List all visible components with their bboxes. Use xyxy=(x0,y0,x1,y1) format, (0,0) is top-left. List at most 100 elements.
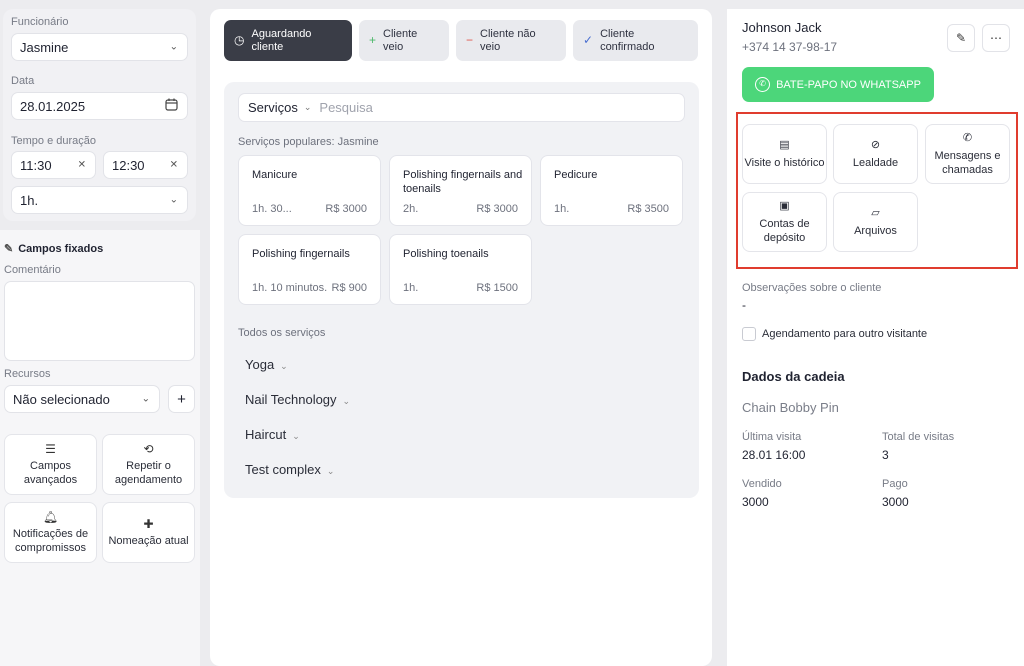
date-value: 28.01.2025 xyxy=(20,98,86,114)
popular-services-heading: Serviços populares: Jasmine xyxy=(238,136,379,148)
tile-visit-history[interactable]: ▤ Visite o histórico xyxy=(742,124,827,184)
plus-icon: + xyxy=(177,390,186,408)
resources-select[interactable]: Não selecionado ⌄ xyxy=(4,385,160,413)
service-price: R$ 1500 xyxy=(476,282,518,294)
services-dropdown[interactable]: Serviços xyxy=(248,100,298,115)
tile-label: Mensagens e chamadas xyxy=(934,150,1001,176)
whatsapp-chat-button[interactable]: ✆ BATE-PAPO NO WHATSAPP xyxy=(742,67,934,102)
tile-advanced-fields[interactable]: ☰ Campos avançados xyxy=(4,434,97,495)
comment-textarea[interactable] xyxy=(4,281,195,361)
chevron-down-icon: ⌄ xyxy=(169,41,178,53)
checkbox-box[interactable] xyxy=(742,327,756,341)
service-name: Manicure xyxy=(252,169,298,181)
resources-label: Recursos xyxy=(4,368,51,380)
chevron-down-icon: ⌄ xyxy=(141,393,150,405)
search-input[interactable]: Pesquisa xyxy=(319,100,372,115)
client-phone: +374 14 37-98-17 xyxy=(742,40,838,54)
service-price: R$ 3000 xyxy=(476,203,518,215)
tile-notifications[interactable]: 🔔︎ Notificações de compromissos xyxy=(4,502,97,563)
services-search-bar: Serviços ⌄ Pesquisa xyxy=(238,93,685,122)
fixed-fields-toggle[interactable]: ✎ Campos fixados xyxy=(4,242,103,256)
plus-icon: + xyxy=(369,33,377,47)
service-card[interactable]: Polishing fingernails and toenails 2h. R… xyxy=(389,155,532,226)
category-haircut[interactable]: Haircut ⌄ xyxy=(245,427,300,442)
last-visit-value: 28.01 16:00 xyxy=(742,448,806,462)
other-visitor-checkbox[interactable]: Agendamento para outro visitante xyxy=(742,327,927,341)
service-name: Polishing fingernails xyxy=(252,248,350,260)
status-label: Cliente veio xyxy=(383,27,418,53)
clear-start-time-icon[interactable]: ✕ xyxy=(78,160,86,171)
client-notes-label: Observações sobre o cliente xyxy=(742,282,882,294)
end-time-input[interactable]: 12:30 ✕ xyxy=(103,151,188,179)
more-icon: ⋯ xyxy=(990,31,1002,45)
loyalty-icon: ⊘ xyxy=(870,139,881,151)
service-name: Polishing toenails xyxy=(403,248,489,260)
chain-heading: Dados da cadeia xyxy=(742,369,845,384)
service-duration: 1h. 10 minutos. xyxy=(252,282,328,294)
all-services-heading: Todos os serviços xyxy=(238,327,326,339)
clock-icon: ◷ xyxy=(234,33,245,47)
employee-select[interactable]: Jasmine ⌄ xyxy=(11,33,188,61)
sold-value: 3000 xyxy=(742,495,769,509)
time-label: Tempo e duração xyxy=(11,135,96,147)
service-card[interactable]: Manicure 1h. 30... R$ 3000 xyxy=(238,155,381,226)
category-test-complex[interactable]: Test complex ⌄ xyxy=(245,462,334,477)
pencil-icon: ✎ xyxy=(955,31,967,45)
chevron-down-icon: ⌄ xyxy=(169,194,178,206)
tile-label: Repetir o agendamento xyxy=(114,460,183,486)
calendar-icon[interactable] xyxy=(165,98,178,114)
tile-messages-calls[interactable]: ✆ Mensagens e chamadas xyxy=(925,124,1010,184)
status-waiting-button[interactable]: ◷ Aguardando cliente xyxy=(224,20,352,61)
last-visit-label: Última visita xyxy=(742,431,802,443)
start-time-input[interactable]: 11:30 ✕ xyxy=(11,151,96,179)
repeat-icon: ⟲ xyxy=(143,442,154,456)
client-name: Johnson Jack xyxy=(742,20,822,35)
clear-end-time-icon[interactable]: ✕ xyxy=(170,160,178,171)
whatsapp-icon: ✆ xyxy=(755,77,771,92)
other-visitor-label: Agendamento para outro visitante xyxy=(762,328,928,340)
tile-label: Nomeação atual xyxy=(108,535,189,547)
sold-label: Vendido xyxy=(742,478,782,490)
service-name: Polishing fingernails and toenails xyxy=(403,169,523,195)
chevron-down-icon: ⌄ xyxy=(280,361,288,371)
minus-icon: − xyxy=(466,33,474,47)
date-input[interactable]: 28.01.2025 xyxy=(11,92,188,120)
service-duration: 1h. xyxy=(403,282,419,294)
service-duration: 1h. 30... xyxy=(252,203,292,215)
chevron-down-icon: ⌄ xyxy=(292,431,300,441)
chevron-down-icon[interactable]: ⌄ xyxy=(304,102,312,113)
date-label: Data xyxy=(11,75,35,87)
tile-loyalty[interactable]: ⊘ Lealdade xyxy=(833,124,918,184)
chevron-down-icon: ⌄ xyxy=(342,396,351,406)
total-visits-label: Total de visitas xyxy=(882,431,955,443)
duration-select[interactable]: 1h. ⌄ xyxy=(11,186,188,214)
chain-name: Chain Bobby Pin xyxy=(742,400,839,415)
tile-current-appointment[interactable]: ✚ Nomeação atual xyxy=(102,502,195,563)
wallet-icon: ▣ xyxy=(779,200,790,212)
more-options-button[interactable]: ⋯ xyxy=(982,24,1010,52)
service-card[interactable]: Polishing toenails 1h. R$ 1500 xyxy=(389,234,532,305)
status-no-show-button[interactable]: − Cliente não veio xyxy=(456,20,566,61)
tile-label: Visite o histórico xyxy=(744,157,825,169)
resources-value: Não selecionado xyxy=(13,391,110,407)
add-resource-button[interactable]: + xyxy=(168,385,195,413)
whatsapp-label: BATE-PAPO NO WHATSAPP xyxy=(776,78,921,91)
plus-cross-icon: ✚ xyxy=(143,517,154,531)
status-arrived-button[interactable]: + Cliente veio xyxy=(359,20,449,61)
edit-client-button[interactable]: ✎ xyxy=(947,24,975,52)
tile-label: Contas de depósito xyxy=(759,218,810,244)
category-yoga[interactable]: Yoga ⌄ xyxy=(245,357,288,372)
pin-icon: ✎ xyxy=(4,243,14,255)
tile-label: Notificações de compromissos xyxy=(12,528,89,554)
status-confirmed-button[interactable]: ✓ Cliente confirmado xyxy=(573,20,698,61)
check-icon: ✓ xyxy=(583,33,594,47)
service-card[interactable]: Polishing fingernails 1h. 10 minutos. R$… xyxy=(238,234,381,305)
category-nail-technology[interactable]: Nail Technology ⌄ xyxy=(245,392,350,407)
tile-files[interactable]: ▱ Arquivos xyxy=(833,192,918,252)
employee-label: Funcionário xyxy=(11,16,69,28)
tile-repeat-appointment[interactable]: ⟲ Repetir o agendamento xyxy=(102,434,195,495)
service-card[interactable]: Pedicure 1h. R$ 3500 xyxy=(540,155,683,226)
bell-icon: 🔔︎ xyxy=(42,510,59,524)
chevron-down-icon: ⌄ xyxy=(326,466,335,476)
tile-deposit-accounts[interactable]: ▣ Contas de depósito xyxy=(742,192,827,252)
